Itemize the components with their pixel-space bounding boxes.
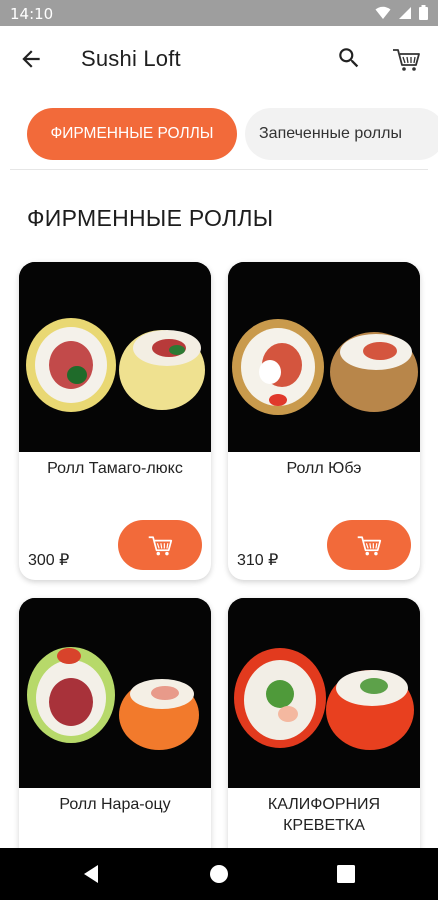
back-arrow-icon[interactable]: [18, 46, 44, 72]
cart-icon[interactable]: [391, 44, 421, 74]
status-icons: [375, 5, 428, 20]
product-photo: [228, 598, 420, 788]
product-card[interactable]: Ролл Тамаго-люкс 300 ₽: [19, 262, 211, 580]
status-time: 14:10: [10, 5, 54, 23]
tab-baked-rolls[interactable]: Запеченные роллы: [245, 108, 438, 160]
add-to-cart-button[interactable]: [327, 520, 411, 570]
product-price: 300 ₽: [28, 552, 70, 569]
product-name: КАЛИФОРНИЯ КРЕВЕТКА: [267, 796, 381, 834]
product-name: Ролл Нара-оцу: [59, 796, 171, 813]
system-nav-bar: [0, 848, 438, 900]
product-photo: [19, 262, 211, 452]
cart-icon: [357, 536, 382, 556]
product-name: Ролл Юбэ: [286, 460, 362, 477]
app-title: Sushi Loft: [81, 46, 181, 71]
status-bar: 14:10: [0, 0, 438, 26]
nav-recents-icon[interactable]: [334, 862, 358, 886]
tabs-divider: [10, 169, 428, 170]
section-title: ФИРМЕННЫЕ РОЛЛЫ: [27, 205, 274, 231]
app-bar: Sushi Loft: [0, 26, 438, 92]
product-name: Ролл Тамаго-люкс: [47, 460, 183, 477]
product-price: 310 ₽: [237, 552, 279, 569]
product-photo: [19, 598, 211, 788]
cart-icon: [148, 536, 173, 556]
category-tabs: ФИРМЕННЫЕ РОЛЛЫ Запеченные роллы: [0, 108, 438, 160]
signal-icon: [399, 6, 411, 19]
nav-home-icon[interactable]: [207, 862, 231, 886]
product-photo: [228, 262, 420, 452]
add-to-cart-button[interactable]: [118, 520, 202, 570]
nav-back-icon[interactable]: [80, 862, 104, 886]
product-card[interactable]: Ролл Юбэ 310 ₽: [228, 262, 420, 580]
tab-signature-rolls[interactable]: ФИРМЕННЫЕ РОЛЛЫ: [27, 108, 237, 160]
search-icon[interactable]: [336, 45, 362, 71]
battery-icon: [419, 5, 428, 20]
wifi-icon: [375, 6, 391, 19]
